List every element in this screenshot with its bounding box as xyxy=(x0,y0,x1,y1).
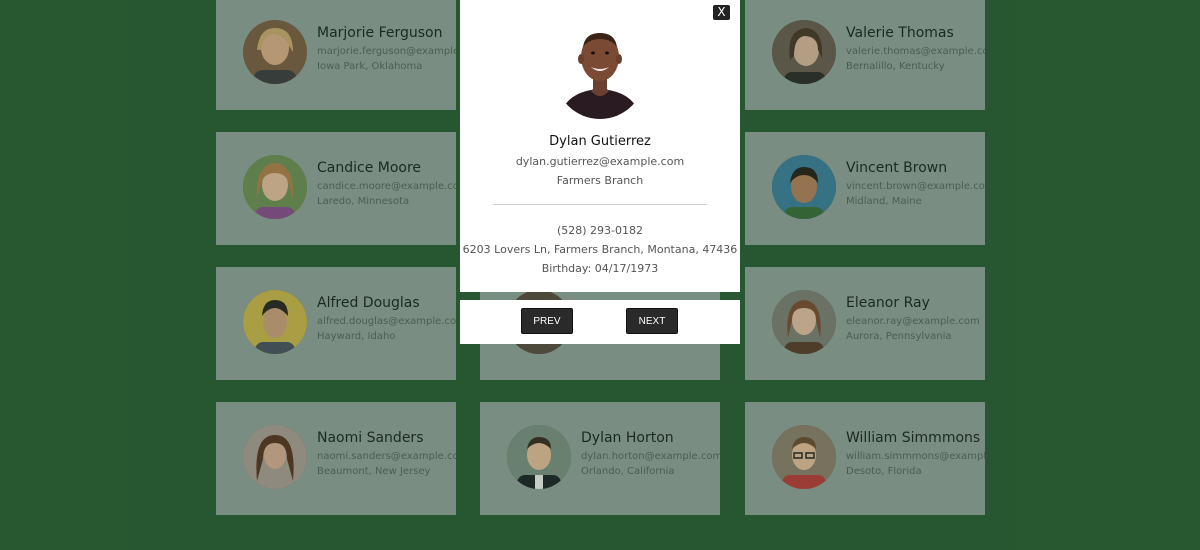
close-button[interactable]: X xyxy=(713,5,730,20)
modal-navigation: PREV NEXT xyxy=(460,300,740,344)
prev-button[interactable]: PREV xyxy=(521,308,573,334)
next-button[interactable]: NEXT xyxy=(626,308,678,334)
modal-birthday: Birthday: 04/17/1973 xyxy=(541,262,659,275)
modal-avatar xyxy=(555,21,645,119)
modal-email: dylan.gutierrez@example.com xyxy=(515,155,685,168)
modal-address: 6203 Lovers Ln, Farmers Branch, Montana,… xyxy=(462,243,738,256)
modal-city: Farmers Branch xyxy=(556,174,644,187)
employee-detail-modal: X Dylan Gutierrez dylan.gutierrez@exampl… xyxy=(460,0,740,292)
divider xyxy=(493,204,707,205)
modal-name: Dylan Gutierrez xyxy=(549,134,651,149)
modal-phone: (528) 293-0182 xyxy=(556,224,644,237)
